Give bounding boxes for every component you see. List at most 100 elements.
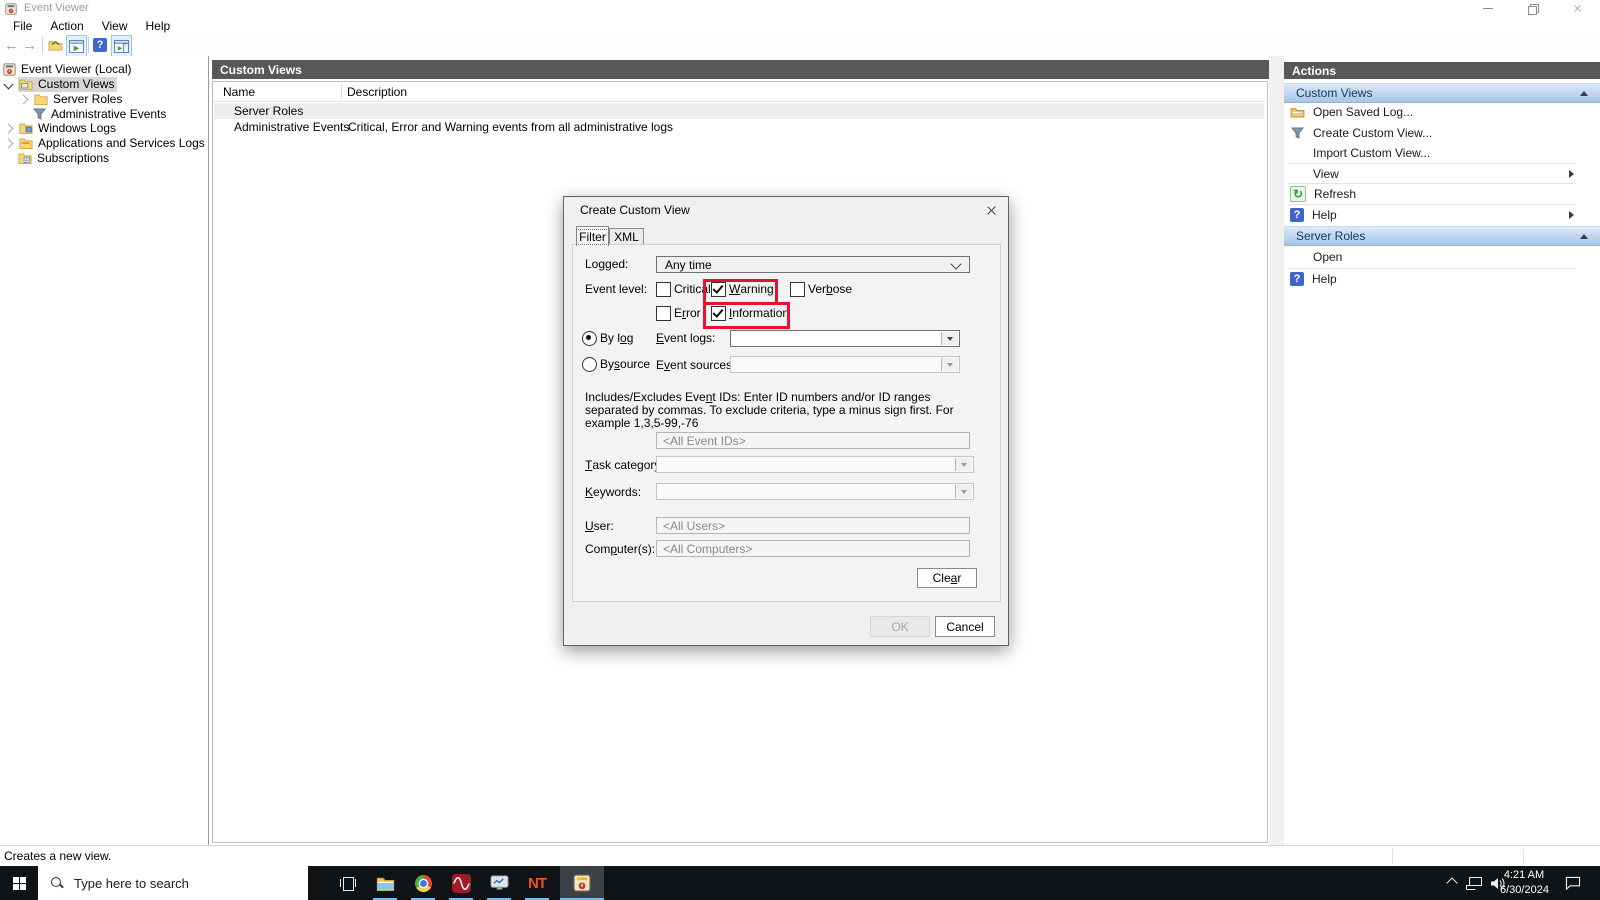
task-view-button[interactable] bbox=[330, 866, 366, 900]
action-open-saved-log[interactable]: Open Saved Log... bbox=[1288, 102, 1576, 122]
cancel-button[interactable]: Cancel bbox=[935, 616, 995, 637]
ethernet-icon bbox=[1466, 876, 1482, 890]
network-tray-icon[interactable] bbox=[1462, 866, 1486, 900]
dropdown-button[interactable] bbox=[941, 332, 958, 345]
chrome-icon bbox=[414, 874, 432, 892]
dropdown-button bbox=[941, 358, 958, 371]
tree-item-server-roles[interactable]: Server Roles bbox=[18, 92, 122, 106]
collapsed-chevron-icon[interactable] bbox=[18, 94, 29, 104]
event-logs-label: Event logs: bbox=[656, 330, 716, 345]
menu-help[interactable]: Help bbox=[137, 17, 180, 34]
actions-section-server-roles[interactable]: Server Roles bbox=[1284, 226, 1600, 246]
list-column-headers: Name Description bbox=[213, 82, 1265, 102]
expanded-chevron-icon[interactable] bbox=[3, 79, 14, 90]
show-hide-action-pane-button[interactable] bbox=[111, 35, 132, 57]
status-pane-divider bbox=[1392, 849, 1393, 864]
action-view-submenu[interactable]: View bbox=[1288, 164, 1576, 183]
tree-item-windows-logs[interactable]: Windows Logs bbox=[3, 121, 116, 135]
action-center-button[interactable] bbox=[1558, 866, 1588, 900]
critical-label: Critical bbox=[674, 281, 711, 296]
table-row[interactable]: Server Roles bbox=[214, 103, 1264, 119]
action-import-custom-view[interactable]: Import Custom View... bbox=[1288, 143, 1576, 162]
tree-item-applications-and-services-logs[interactable]: Applications and Services Logs bbox=[3, 136, 205, 150]
table-row[interactable]: Administrative Events Critical, Error an… bbox=[214, 119, 1264, 135]
event-logs-combobox[interactable] bbox=[730, 330, 960, 347]
custom-views-folder-icon bbox=[19, 79, 33, 90]
error-checkbox[interactable] bbox=[656, 306, 671, 321]
open-saved-log-toolbar-button[interactable] bbox=[46, 35, 64, 55]
monitor-app-icon bbox=[490, 875, 508, 890]
action-open-server-roles[interactable]: Open bbox=[1288, 247, 1576, 267]
action-help-server-roles[interactable]: ? Help bbox=[1288, 269, 1576, 289]
dialog-close-button[interactable] bbox=[976, 197, 1007, 223]
tree-item-event-viewer-local[interactable]: Event Viewer (Local) bbox=[3, 62, 132, 76]
warning-checkbox[interactable] bbox=[711, 282, 726, 297]
logged-combobox[interactable]: Any time bbox=[656, 256, 970, 273]
clear-button[interactable]: Cle a r bbox=[917, 568, 977, 588]
chrome-taskbar-button[interactable] bbox=[405, 866, 441, 900]
keywords-label: Keywords: bbox=[585, 484, 642, 499]
verbose-label: Ver b ose bbox=[808, 281, 853, 296]
event-viewer-taskbar-button[interactable] bbox=[560, 866, 604, 900]
back-button[interactable]: ← bbox=[3, 35, 20, 55]
minimize-button[interactable] bbox=[1465, 0, 1510, 17]
window-title: Event Viewer bbox=[24, 2, 89, 14]
menu-action[interactable]: Action bbox=[41, 17, 92, 34]
collapse-section-icon[interactable] bbox=[1580, 233, 1588, 239]
user-input[interactable]: <All Users> bbox=[656, 517, 970, 534]
menu-view[interactable]: View bbox=[93, 17, 137, 34]
tray-clock[interactable]: 4:21 AM 6/30/2024 bbox=[1500, 868, 1549, 898]
action-help-custom-views[interactable]: ? Help bbox=[1288, 205, 1576, 225]
column-header-name[interactable]: Name bbox=[223, 82, 255, 101]
column-header-description[interactable]: Description bbox=[347, 82, 407, 101]
collapsed-chevron-icon[interactable] bbox=[3, 138, 14, 148]
warning-label: Warning bbox=[729, 281, 774, 296]
event-level-label: Event level: bbox=[585, 281, 648, 296]
file-explorer-taskbar-button[interactable] bbox=[367, 866, 403, 900]
submenu-arrow-icon bbox=[1569, 169, 1574, 178]
event-ids-help-text: Includes/Excludes Event IDs: Enter ID nu… bbox=[585, 390, 954, 430]
column-divider[interactable] bbox=[341, 84, 342, 99]
nt-app-icon: NT bbox=[528, 874, 547, 892]
submenu-arrow-icon bbox=[1569, 211, 1574, 219]
tree-item-administrative-events[interactable]: Administrative Events bbox=[33, 107, 166, 121]
dropdown-arrow-icon bbox=[947, 336, 953, 341]
computers-input[interactable]: <All Computers> bbox=[656, 540, 970, 557]
help-icon: ? bbox=[93, 38, 107, 52]
sine-wave-app-icon bbox=[451, 873, 471, 893]
panel-splitter[interactable] bbox=[1269, 56, 1285, 845]
computers-label: Com p uter(s): bbox=[585, 541, 656, 556]
event-viewer-icon bbox=[3, 62, 16, 76]
collapsed-chevron-icon[interactable] bbox=[3, 123, 14, 133]
action-refresh[interactable]: ↻ Refresh bbox=[1288, 184, 1576, 204]
actions-section-custom-views[interactable]: Custom Views bbox=[1284, 83, 1600, 103]
monitor-app-taskbar-button[interactable] bbox=[481, 866, 517, 900]
restore-button[interactable] bbox=[1510, 0, 1555, 17]
nt-app-taskbar-button[interactable]: NT bbox=[519, 866, 555, 900]
console-tree-toolbar-button[interactable] bbox=[66, 35, 87, 57]
close-button[interactable] bbox=[1555, 0, 1600, 17]
action-create-custom-view[interactable]: Create Custom View... bbox=[1288, 123, 1576, 143]
help-toolbar-button[interactable]: ? bbox=[91, 35, 109, 55]
verbose-checkbox[interactable] bbox=[790, 282, 805, 297]
search-placeholder: Type here to search bbox=[74, 875, 189, 891]
dialog-title: Create Custom View bbox=[580, 203, 690, 217]
taskbar-search-box[interactable]: Type here to search bbox=[38, 866, 308, 900]
tree-item-custom-views[interactable]: Custom Views bbox=[3, 77, 118, 92]
dropdown-arrow-icon bbox=[961, 489, 967, 494]
start-button[interactable] bbox=[0, 866, 38, 900]
tab-filter[interactable]: Filter bbox=[576, 226, 609, 246]
event-ids-input[interactable]: <All Event IDs> bbox=[656, 432, 970, 449]
information-checkbox[interactable] bbox=[711, 306, 726, 321]
collapse-section-icon[interactable] bbox=[1580, 90, 1588, 96]
forward-button[interactable]: → bbox=[21, 35, 38, 55]
sine-app-taskbar-button[interactable] bbox=[443, 866, 479, 900]
menu-bar: File Action View Help bbox=[0, 17, 1600, 34]
tree-item-subscriptions[interactable]: Subscriptions bbox=[18, 151, 109, 165]
by-log-radio[interactable] bbox=[582, 331, 597, 346]
tray-overflow-button[interactable] bbox=[1442, 866, 1462, 900]
menu-file[interactable]: File bbox=[4, 17, 41, 34]
critical-checkbox[interactable] bbox=[656, 282, 671, 297]
by-source-radio[interactable] bbox=[582, 357, 597, 372]
keywords-combobox bbox=[656, 483, 974, 500]
